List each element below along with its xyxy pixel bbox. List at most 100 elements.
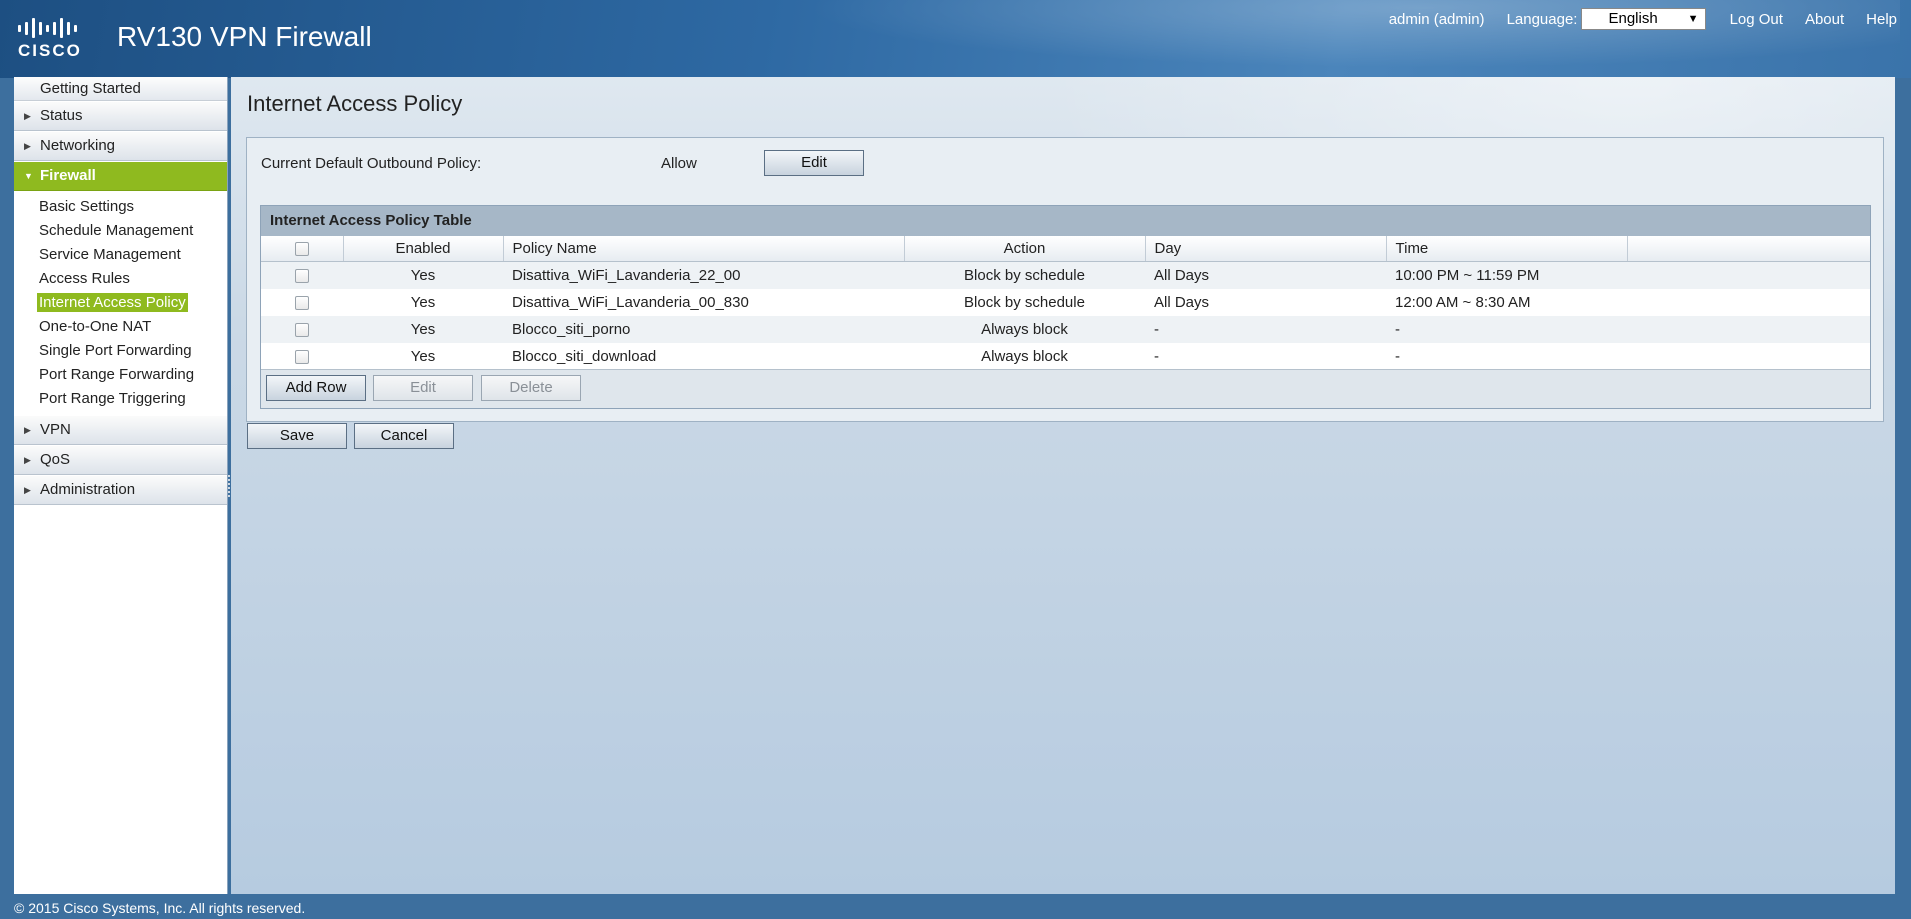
edit-row-button[interactable]: Edit xyxy=(373,375,473,401)
cell-day: All Days xyxy=(1154,294,1210,311)
sidebar-item-port-range-triggering[interactable]: Port Range Triggering xyxy=(14,387,227,411)
outbound-policy-label: Current Default Outbound Policy: xyxy=(261,155,482,172)
cell-action: Block by schedule xyxy=(964,294,1085,311)
sidebar: Getting Started ▶ Status ▶ Networking ▼ … xyxy=(14,77,228,894)
triangle-right-icon: ▶ xyxy=(24,111,31,121)
cell-policy-name: Disattiva_WiFi_Lavanderia_00_830 xyxy=(512,294,749,311)
cell-filler xyxy=(1627,343,1870,370)
cancel-button[interactable]: Cancel xyxy=(354,423,454,449)
sidebar-item-schedule-management[interactable]: Schedule Management xyxy=(14,219,227,243)
policy-table: Internet Access Policy Table Enabled Pol… xyxy=(260,205,1871,409)
table-caption: Internet Access Policy Table xyxy=(261,206,1870,236)
delete-row-button[interactable]: Delete xyxy=(481,375,581,401)
cell-filler xyxy=(1627,316,1870,343)
column-header-enabled[interactable]: Enabled xyxy=(343,236,504,262)
sidebar-item-label: One-to-One NAT xyxy=(39,318,152,335)
cell-enabled: Yes xyxy=(410,267,436,284)
sidebar-group-qos[interactable]: ▶ QoS xyxy=(14,445,227,475)
sidebar-group-label: Firewall xyxy=(40,167,96,184)
sidebar-group-label: Administration xyxy=(40,481,136,498)
cell-time: 12:00 AM ~ 8:30 AM xyxy=(1395,294,1531,311)
save-button[interactable]: Save xyxy=(247,423,347,449)
sidebar-group-administration[interactable]: ▶ Administration xyxy=(14,475,227,505)
cell-day: All Days xyxy=(1154,267,1210,284)
table-row[interactable]: Yes Disattiva_WiFi_Lavanderia_00_830 Blo… xyxy=(261,289,1870,316)
chevron-down-icon: ▼ xyxy=(1687,13,1699,25)
sidebar-group-label: Networking xyxy=(40,137,116,154)
cisco-logo: CISCO xyxy=(18,16,94,60)
cell-action: Always block xyxy=(981,348,1068,365)
page-title: Internet Access Policy xyxy=(247,91,463,116)
row-checkbox[interactable] xyxy=(295,296,309,311)
main-content: Internet Access Policy Current Default O… xyxy=(231,77,1895,894)
sidebar-item-one-to-one-nat[interactable]: One-to-One NAT xyxy=(14,315,227,339)
sidebar-item-label: Port Range Triggering xyxy=(39,390,186,407)
sidebar-item-label: Internet Access Policy xyxy=(37,293,188,312)
sidebar-item-access-rules[interactable]: Access Rules xyxy=(14,267,227,291)
app-title: RV130 VPN Firewall xyxy=(117,21,372,52)
sidebar-item-getting-started[interactable]: Getting Started xyxy=(14,77,227,101)
row-checkbox[interactable] xyxy=(295,269,309,284)
triangle-right-icon: ▶ xyxy=(24,455,31,465)
row-checkbox[interactable] xyxy=(295,350,309,365)
language-select[interactable]: English ▼ xyxy=(1581,8,1706,30)
about-link[interactable]: About xyxy=(1805,11,1844,28)
triangle-right-icon: ▶ xyxy=(24,141,31,151)
policy-panel: Current Default Outbound Policy: Allow E… xyxy=(246,137,1884,422)
row-select-cell xyxy=(261,343,343,370)
sidebar-group-label: Status xyxy=(40,107,83,124)
sidebar-group-firewall[interactable]: ▼ Firewall xyxy=(14,161,227,191)
cell-day: - xyxy=(1154,321,1159,338)
help-link[interactable]: Help xyxy=(1866,11,1897,28)
logout-link[interactable]: Log Out xyxy=(1730,11,1783,28)
add-row-button[interactable]: Add Row xyxy=(266,375,366,401)
row-select-cell xyxy=(261,316,343,343)
table-row[interactable]: Yes Blocco_siti_download Always block - … xyxy=(261,343,1870,370)
sidebar-group-networking[interactable]: ▶ Networking xyxy=(14,131,227,161)
sidebar-item-port-range-forwarding[interactable]: Port Range Forwarding xyxy=(14,363,227,387)
sidebar-item-label: Schedule Management xyxy=(39,222,194,239)
cell-policy-name: Blocco_siti_download xyxy=(512,348,657,365)
policy-table-grid: Enabled Policy Name Action Day Time Yes … xyxy=(261,236,1870,370)
language-value: English xyxy=(1608,10,1658,27)
cell-filler xyxy=(1627,289,1870,316)
sidebar-item-label: Access Rules xyxy=(39,270,130,287)
sidebar-item-label: Service Management xyxy=(39,246,181,263)
sidebar-item-basic-settings[interactable]: Basic Settings xyxy=(14,195,227,219)
sidebar-item-label: Single Port Forwarding xyxy=(39,342,192,359)
table-row[interactable]: Yes Disattiva_WiFi_Lavanderia_22_00 Bloc… xyxy=(261,261,1870,290)
row-select-cell xyxy=(261,262,343,290)
cell-time: 10:00 PM ~ 11:59 PM xyxy=(1395,267,1540,284)
triangle-down-icon: ▼ xyxy=(24,171,33,181)
column-header-action[interactable]: Action xyxy=(904,236,1146,262)
column-header-filler xyxy=(1627,236,1870,262)
cell-action: Block by schedule xyxy=(964,267,1085,284)
cell-time: - xyxy=(1395,321,1400,338)
cell-enabled: Yes xyxy=(410,294,436,311)
sidebar-group-vpn[interactable]: ▶ VPN xyxy=(14,415,227,445)
sidebar-item-label: Port Range Forwarding xyxy=(39,366,195,383)
row-checkbox[interactable] xyxy=(295,323,309,338)
edit-outbound-policy-button[interactable]: Edit xyxy=(764,150,864,176)
sidebar-group-status[interactable]: ▶ Status xyxy=(14,101,227,131)
firewall-submenu: Basic Settings Schedule Management Servi… xyxy=(14,191,227,415)
table-row[interactable]: Yes Blocco_siti_porno Always block - - xyxy=(261,316,1870,343)
sidebar-item-internet-access-policy[interactable]: Internet Access Policy xyxy=(14,291,227,315)
cell-enabled: Yes xyxy=(410,348,436,365)
sidebar-item-single-port-forwarding[interactable]: Single Port Forwarding xyxy=(14,339,227,363)
cell-time: - xyxy=(1395,348,1400,365)
triangle-right-icon: ▶ xyxy=(24,485,31,495)
top-nav: admin (admin) Language: English ▼ Log Ou… xyxy=(1367,8,1897,30)
sidebar-group-label: QoS xyxy=(40,451,71,468)
select-all-checkbox[interactable] xyxy=(294,242,309,257)
sidebar-item-service-management[interactable]: Service Management xyxy=(14,243,227,267)
sidebar-item-label: Basic Settings xyxy=(39,198,135,215)
copyright-footer: © 2015 Cisco Systems, Inc. All rights re… xyxy=(14,900,306,916)
user-label: admin (admin) xyxy=(1388,10,1485,28)
column-header-time[interactable]: Time xyxy=(1386,236,1628,262)
row-select-cell xyxy=(261,289,343,316)
column-header-day[interactable]: Day xyxy=(1145,236,1387,262)
cell-filler xyxy=(1627,262,1870,290)
column-header-policy-name[interactable]: Policy Name xyxy=(503,236,905,262)
cell-policy-name: Blocco_siti_porno xyxy=(512,321,631,338)
